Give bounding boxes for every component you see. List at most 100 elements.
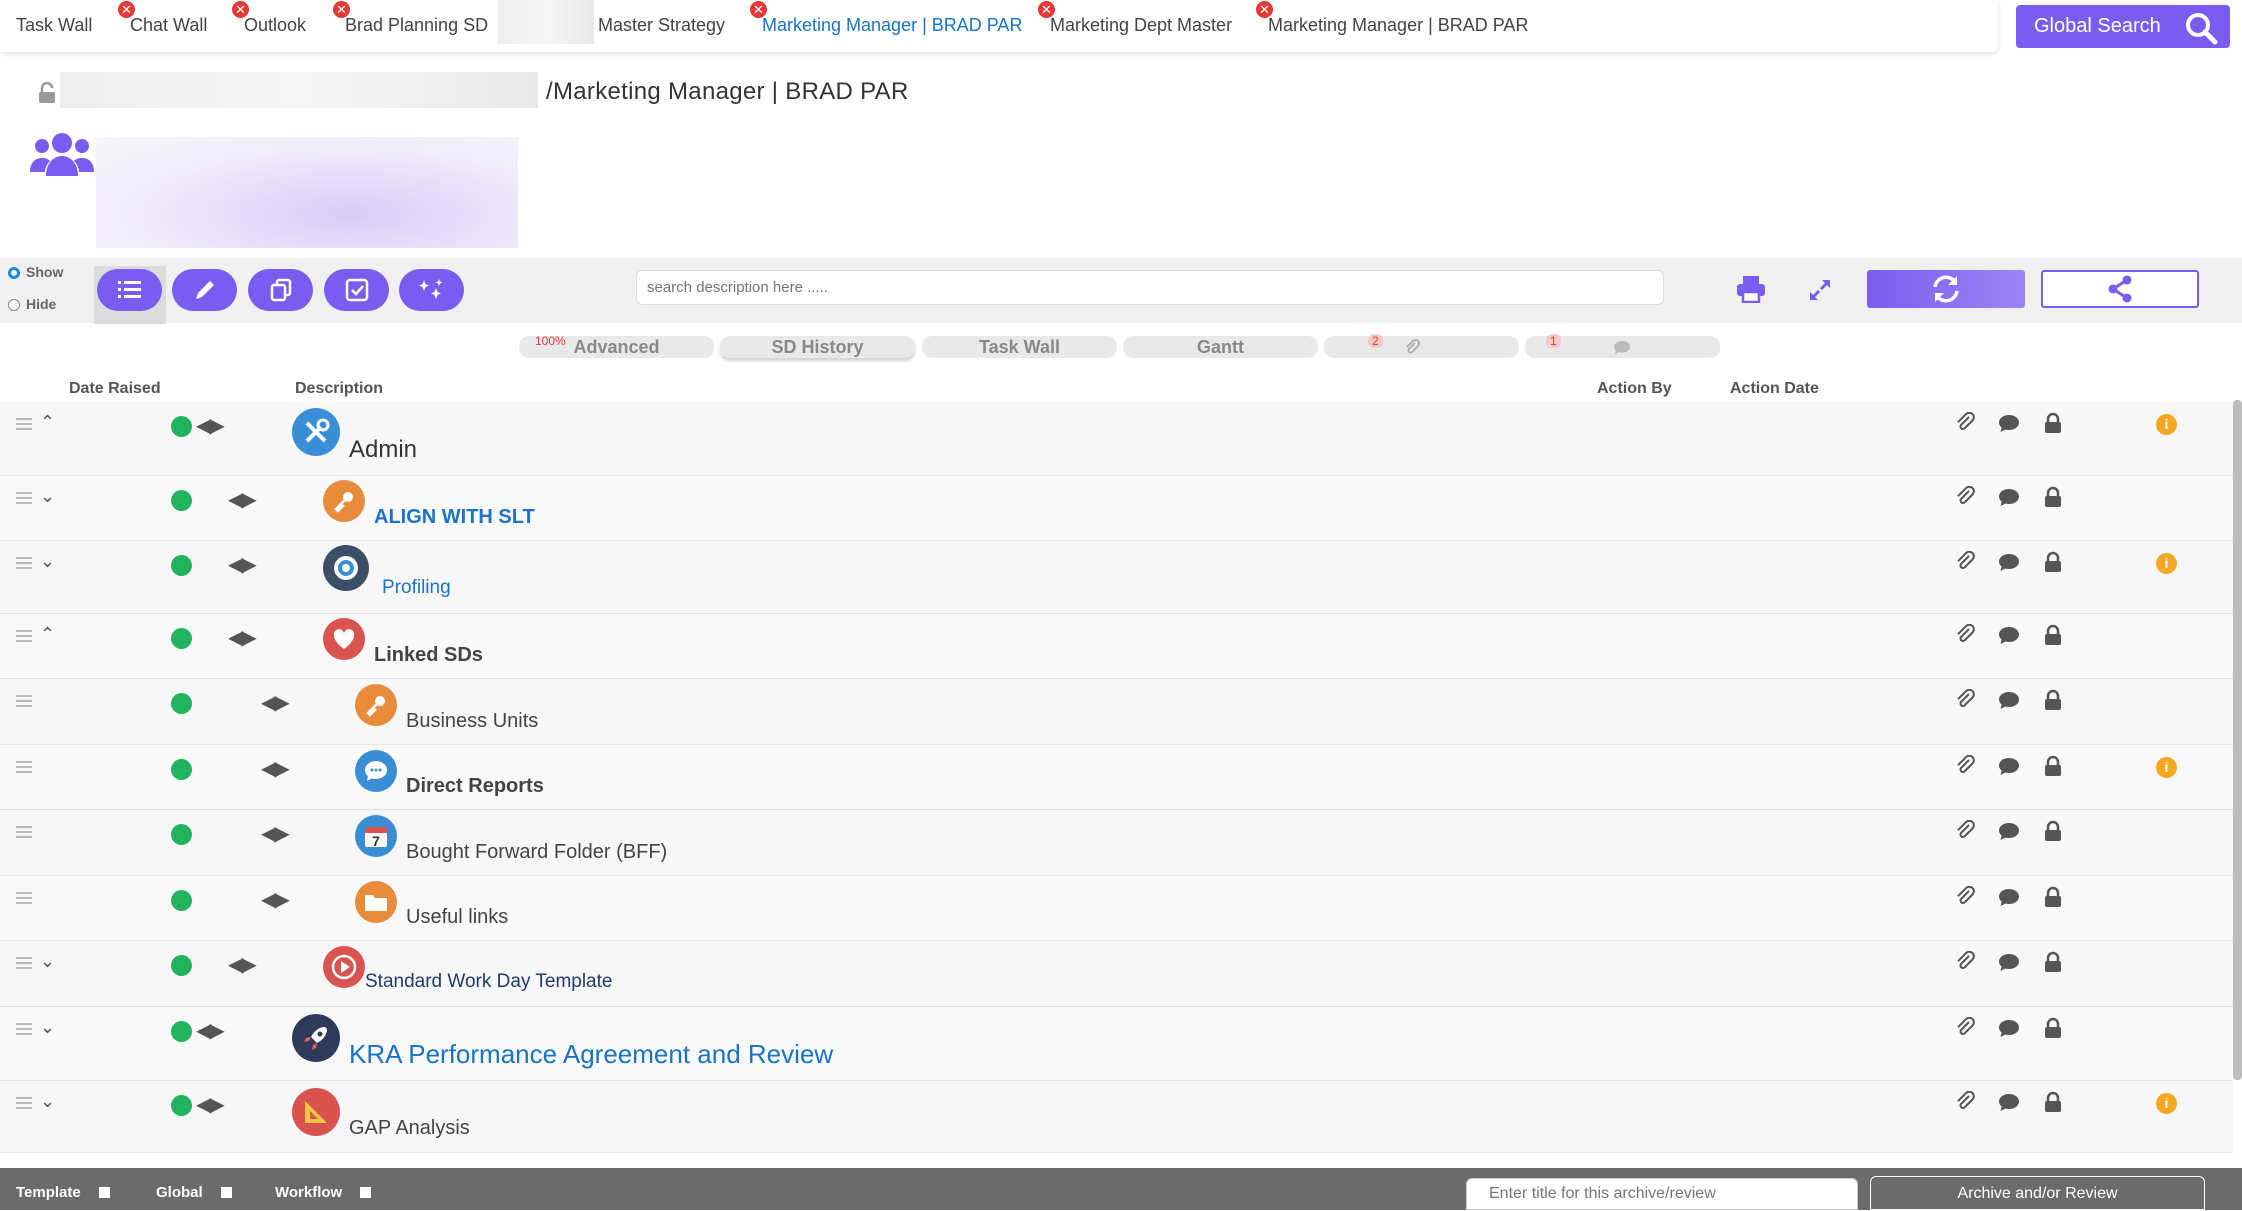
tab-task-wall-view[interactable]: Task Wall [922, 336, 1117, 358]
lock-icon[interactable] [2043, 886, 2063, 908]
info-icon[interactable]: i [2156, 414, 2177, 435]
tab-chat-wall[interactable]: ✕ Chat Wall [118, 1, 207, 36]
comment-icon[interactable] [1997, 952, 2021, 972]
paperclip-icon[interactable] [1955, 689, 1975, 711]
paperclip-icon[interactable] [1955, 1091, 1975, 1113]
tab-outlook[interactable]: ✕ Outlook [232, 1, 306, 36]
drag-handle-icon[interactable] [16, 1097, 32, 1109]
indent-arrows-icon[interactable]: ◀▶ [228, 487, 257, 512]
tab-master-strategy[interactable]: Master Strategy [598, 15, 725, 36]
template-checkbox[interactable]: Template [16, 1184, 110, 1201]
paperclip-icon[interactable] [1955, 551, 1975, 573]
paperclip-icon[interactable] [1955, 820, 1975, 842]
indent-arrows-icon[interactable]: ◀▶ [261, 821, 290, 846]
comment-icon[interactable] [1997, 487, 2021, 507]
lock-icon[interactable] [2043, 689, 2063, 711]
lock-icon[interactable] [2043, 1017, 2063, 1039]
column-header-action-date[interactable]: Action Date [1730, 380, 1819, 398]
chevron-down-icon[interactable]: ⌄ [40, 551, 55, 572]
list-view-button[interactable] [97, 269, 162, 311]
archive-title-input[interactable] [1466, 1178, 1858, 1210]
table-row[interactable]: ⌄ ◀▶ Standard Work Day Template [0, 941, 2233, 1007]
comment-icon[interactable] [1997, 1018, 2021, 1038]
comment-icon[interactable] [1997, 552, 2021, 572]
comment-icon[interactable] [1997, 413, 2021, 433]
chevron-down-icon[interactable]: ⌄ [40, 486, 55, 507]
close-icon[interactable]: ✕ [333, 1, 350, 18]
close-icon[interactable]: ✕ [1256, 1, 1273, 18]
drag-handle-icon[interactable] [16, 695, 32, 707]
table-row[interactable]: ◀▶ 7 Bought Forward Folder (BFF) [0, 810, 2233, 876]
tab-marketing-manager-active[interactable]: ✕ Marketing Manager | BRAD PAR [750, 1, 1022, 36]
expand-icon[interactable] [1808, 278, 1832, 302]
row-title[interactable]: KRA Performance Agreement and Review [349, 1039, 833, 1070]
unlock-icon[interactable] [38, 82, 58, 104]
table-row[interactable]: ◀▶ Useful links [0, 876, 2233, 941]
tab-attachments[interactable] [1324, 336, 1519, 358]
lock-icon[interactable] [2043, 1091, 2063, 1113]
row-title[interactable]: Business Units [406, 710, 538, 733]
indent-arrows-icon[interactable]: ◀▶ [261, 690, 290, 715]
tab-marketing-dept-master[interactable]: ✕ Marketing Dept Master [1038, 1, 1232, 36]
table-row[interactable]: ◀▶ Business Units [0, 679, 2233, 745]
info-icon[interactable]: i [2156, 553, 2177, 574]
row-title[interactable]: Standard Work Day Template [365, 971, 612, 993]
indent-arrows-icon[interactable]: ◀▶ [228, 552, 257, 577]
comment-icon[interactable] [1997, 690, 2021, 710]
close-icon[interactable]: ✕ [118, 1, 135, 18]
archive-review-button[interactable]: Archive and/or Review [1870, 1176, 2205, 1210]
close-icon[interactable]: ✕ [232, 1, 249, 18]
indent-arrows-icon[interactable]: ◀▶ [196, 1018, 225, 1043]
chevron-down-icon[interactable]: ⌄ [40, 951, 55, 972]
lock-icon[interactable] [2043, 412, 2063, 434]
lock-icon[interactable] [2043, 820, 2063, 842]
tab-gantt[interactable]: Gantt [1123, 336, 1318, 358]
drag-handle-icon[interactable] [16, 892, 32, 904]
comment-icon[interactable] [1997, 821, 2021, 841]
magic-button[interactable] [399, 269, 464, 311]
table-row[interactable]: ⌄ ◀▶ ALIGN WITH SLT [0, 476, 2233, 541]
comment-icon[interactable] [1997, 887, 2021, 907]
drag-handle-icon[interactable] [16, 418, 32, 430]
tab-brad-planning-sd[interactable]: ✕ Brad Planning SD [333, 1, 488, 36]
drag-handle-icon[interactable] [16, 1023, 32, 1035]
hide-radio[interactable]: Hide [8, 296, 56, 312]
drag-handle-icon[interactable] [16, 957, 32, 969]
drag-handle-icon[interactable] [16, 761, 32, 773]
show-radio[interactable]: Show [8, 264, 63, 280]
paperclip-icon[interactable] [1955, 951, 1975, 973]
table-row[interactable]: ⌃ ◀▶ Admin i [0, 402, 2233, 476]
lock-icon[interactable] [2043, 951, 2063, 973]
close-icon[interactable]: ✕ [750, 1, 767, 18]
indent-arrows-icon[interactable]: ◀▶ [228, 952, 257, 977]
lock-icon[interactable] [2043, 551, 2063, 573]
row-title[interactable]: Useful links [406, 906, 508, 929]
table-row[interactable]: ⌄ ◀▶ GAP Analysis i [0, 1081, 2233, 1153]
column-header-date-raised[interactable]: Date Raised [69, 380, 161, 398]
indent-arrows-icon[interactable]: ◀▶ [228, 625, 257, 650]
paperclip-icon[interactable] [1955, 886, 1975, 908]
comment-icon[interactable] [1997, 625, 2021, 645]
close-icon[interactable]: ✕ [1038, 1, 1055, 18]
table-row[interactable]: ⌄ ◀▶ Profiling i [0, 541, 2233, 614]
description-search-input[interactable] [636, 270, 1664, 305]
table-row[interactable]: ⌃ ◀▶ Linked SDs [0, 614, 2233, 679]
drag-handle-icon[interactable] [16, 630, 32, 642]
row-title[interactable]: Direct Reports [406, 775, 544, 798]
workflow-checkbox[interactable]: Workflow [275, 1184, 372, 1201]
drag-handle-icon[interactable] [16, 826, 32, 838]
comment-icon[interactable] [1997, 1092, 2021, 1112]
tab-sd-history[interactable]: SD History [720, 336, 915, 358]
edit-button[interactable] [172, 269, 237, 311]
paperclip-icon[interactable] [1955, 755, 1975, 777]
indent-arrows-icon[interactable]: ◀▶ [261, 756, 290, 781]
global-search-button[interactable]: Global Search [2016, 5, 2230, 48]
column-header-action-by[interactable]: Action By [1597, 380, 1672, 398]
chevron-up-icon[interactable]: ⌃ [40, 624, 55, 645]
chevron-up-icon[interactable]: ⌃ [40, 412, 55, 433]
lock-icon[interactable] [2043, 755, 2063, 777]
chevron-down-icon[interactable]: ⌄ [40, 1091, 55, 1112]
row-title[interactable]: ALIGN WITH SLT [374, 506, 535, 529]
paperclip-icon[interactable] [1955, 486, 1975, 508]
share-button[interactable] [2041, 270, 2199, 308]
